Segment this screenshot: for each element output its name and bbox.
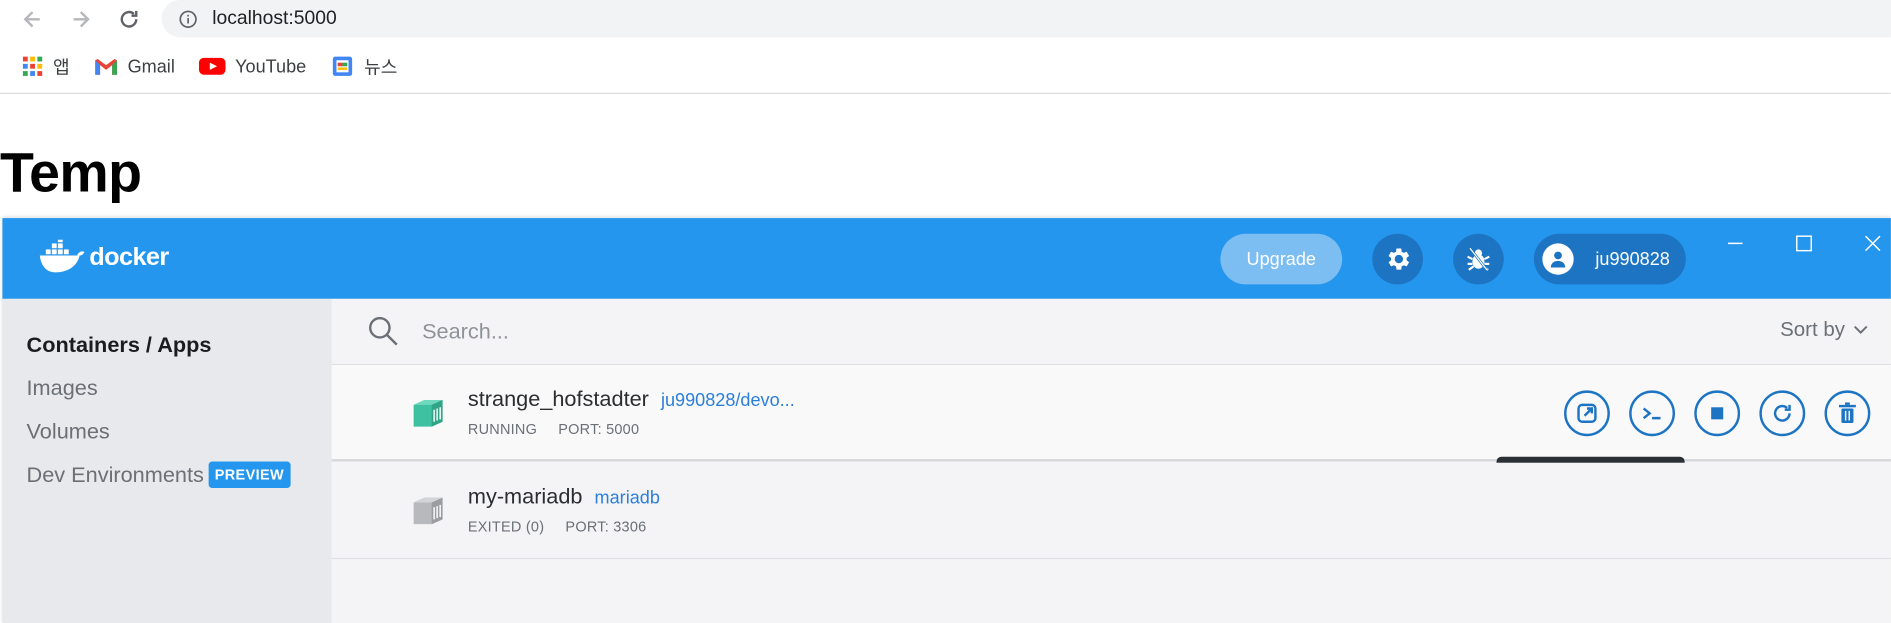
bookmarks-bar: 앱 Gmail YouTube 뉴스 [0,48,422,84]
container-name: strange_hofstadter ju990828/devo... [468,387,795,412]
container-status: RUNNING [467,420,538,438]
avatar [1542,243,1574,275]
maximize-icon [1796,235,1812,252]
delete-button[interactable] [1824,390,1871,437]
docker-whale-icon [39,239,85,273]
search-icon [369,316,398,346]
close-icon [1865,235,1881,252]
open-in-browser-button[interactable] [1564,390,1610,437]
container-port: PORT: 3306 [565,518,647,536]
upgrade-button[interactable]: Upgrade [1220,233,1343,285]
chevron-down-icon [1853,325,1868,334]
arrow-left-icon [23,11,40,28]
restart-icon [1773,404,1791,422]
account-button[interactable]: ju990828 [1533,233,1686,285]
container-meta: EXITED (0) PORT: 3306 [468,518,663,535]
minimize-icon [1728,242,1743,245]
bookmark-apps[interactable]: 앱 [22,54,70,79]
username: ju990828 [1595,248,1670,270]
bug-icon [1467,247,1490,271]
sidebar-item-label: Containers / Apps [26,332,212,357]
docker-logo: docker [39,239,169,276]
container-image-link[interactable]: ju990828/devo... [661,390,795,410]
search-bar: Sort by [331,299,1891,366]
container-image-link[interactable]: mariadb [595,488,660,508]
containers-panel: Sort by strange_hofstadter ju990828/devo… [331,298,1891,623]
container-name-text: strange_hofstadter [467,386,649,411]
container-stopped-icon [413,497,443,525]
reload-button[interactable] [113,4,144,35]
user-icon [1550,251,1566,268]
browser-chrome: localhost:5000 앱 Gmail YouTube 뉴스 [0,0,1891,94]
sidebar-item-images[interactable]: Images [27,376,98,401]
bookmark-gmail[interactable]: Gmail [94,56,175,77]
container-running-icon [413,400,443,427]
youtube-icon [198,57,226,75]
settings-button[interactable] [1372,233,1423,285]
external-link-icon [1577,403,1597,423]
container-status: EXITED (0) [467,518,545,536]
container-name: my-mariadb mariadb [468,484,660,509]
terminal-icon [1642,407,1661,420]
sidebar-item-volumes[interactable]: Volumes [27,419,110,444]
minimize-button[interactable] [1722,230,1749,257]
page-title: Temp [0,140,142,204]
arrow-right-icon [73,11,90,28]
docker-logo-text: docker [89,243,169,272]
container-actions [1564,390,1890,437]
preview-badge: PREVIEW [208,461,291,489]
container-meta: RUNNING PORT: 5000 [468,421,656,438]
sort-label: Sort by [1780,318,1846,342]
container-row[interactable]: strange_hofstadter ju990828/devo... RUNN… [331,365,1891,462]
url-text: localhost:5000 [212,7,337,29]
address-bar[interactable]: localhost:5000 [161,0,1891,38]
news-icon [332,56,353,76]
troubleshoot-button[interactable] [1453,233,1504,285]
maximize-button[interactable] [1791,230,1818,257]
stop-icon [1711,407,1724,420]
restart-button[interactable] [1759,390,1806,437]
close-button[interactable] [1859,230,1886,257]
sort-dropdown[interactable]: Sort by [1780,318,1869,342]
sidebar-item-label: Dev Environments [26,462,204,487]
gmail-icon [95,59,117,75]
docker-header: docker Upgrade ju990828 [2,218,1891,299]
bookmark-label: 뉴스 [364,57,398,78]
trash-icon [1838,402,1856,423]
sidebar-item-dev-environments[interactable]: Dev Environments PREVIEW [26,461,291,489]
bookmark-label: YouTube [235,56,307,77]
container-port: PORT: 5000 [558,420,640,438]
docker-desktop-window: docker Upgrade ju990828 Containers / App… [2,218,1891,623]
bookmark-label: 앱 [53,57,70,78]
gear-icon [1388,248,1410,270]
stop-button[interactable] [1694,390,1741,437]
reload-icon [120,10,138,28]
info-icon [179,10,197,28]
bookmark-news[interactable]: 뉴스 [330,54,397,79]
sidebar-item-label: Volumes [26,419,110,444]
container-row[interactable]: my-mariadb mariadb EXITED (0) PORT: 3306 [331,462,1891,560]
sidebar-item-containers[interactable]: Containers / Apps [27,333,212,358]
apps-grid-icon [22,56,43,76]
forward-button[interactable] [65,4,96,35]
cli-button[interactable] [1629,390,1675,437]
sidebar: Containers / Apps Images Volumes Dev Env… [2,298,332,623]
bookmark-youtube[interactable]: YouTube [198,56,307,77]
sidebar-item-label: Images [26,375,98,401]
container-name-text: my-mariadb [467,484,583,509]
bookmark-label: Gmail [127,56,175,77]
back-button[interactable] [17,4,48,35]
search-input[interactable] [422,314,1267,349]
